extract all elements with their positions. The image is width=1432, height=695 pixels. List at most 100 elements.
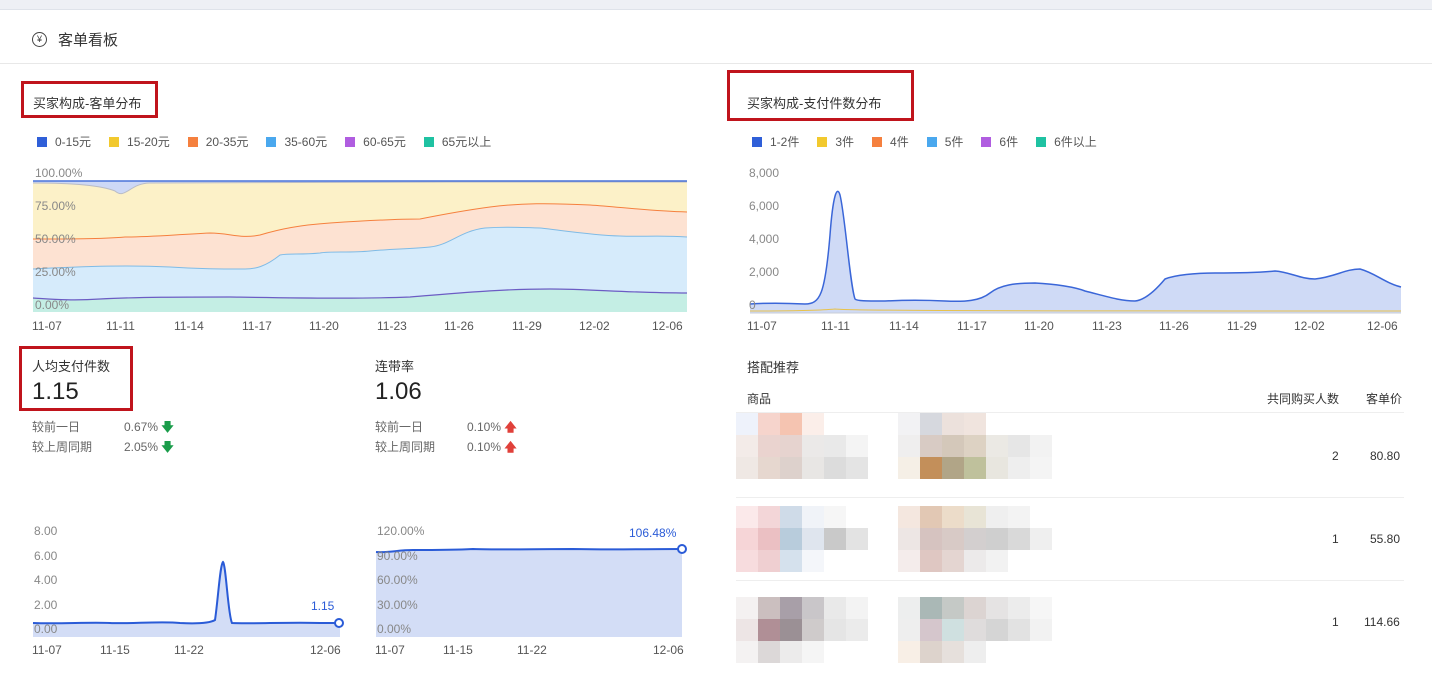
product-image-a[interactable] [736,597,868,663]
trend-last-value: 106.48% [629,526,677,540]
price-x-axis: 11-07 11-11 11-14 11-17 11-20 11-23 11-2… [32,319,683,333]
x-tick-label: 11-15 [443,643,473,657]
x-tick-label: 11-23 [1092,319,1122,333]
y-tick-label: 4,000 [749,232,779,246]
x-tick-label: 11-14 [889,319,919,333]
legend-label: 4件 [890,135,909,149]
y-tick-label: 90.00% [377,549,418,563]
x-tick-label: 11-14 [174,319,204,333]
legend-label: 0-15元 [55,135,92,149]
row-price: 55.80 [1370,532,1401,546]
cmp-day-value: 0.10% [467,420,502,434]
trend-line [32,560,339,625]
row-buyers: 2 [1332,449,1339,463]
items-per-buyer-trend-chart: 1.15 8.00 6.00 4.00 2.00 0.00 11-07 11-1… [32,524,344,657]
y-tick-label: 120.00% [377,524,425,538]
x-tick-label: 12-02 [579,319,610,333]
money-icon: ¥ [32,32,47,47]
legend-item[interactable]: 3件 [817,133,854,150]
y-tick-label: 2.00 [34,598,58,612]
cmp-week-value: 2.05% [124,440,159,454]
x-tick-label: 12-06 [653,643,684,657]
legend-item[interactable]: 60-65元 [345,133,406,150]
x-tick-label: 11-26 [444,319,474,333]
x-tick-label: 11-17 [242,319,272,333]
legend-label: 15-20元 [127,135,170,149]
cmp-week-value-wrap: 2.05% 🡇 [124,438,174,459]
col-buyers: 共同购买人数 [1267,392,1340,406]
trend-last-value: 1.15 [311,599,335,613]
x-tick-label: 11-07 [32,319,62,333]
legend-swatch [752,136,762,147]
product-image-a[interactable] [736,413,868,479]
cmp-day-row: 较前一日 0.67% 🡇 [32,418,174,435]
x-tick-label: 11-07 [747,319,777,333]
row-price: 80.80 [1370,449,1401,463]
legend-swatch [109,136,120,147]
page-title: 客单看板 [58,32,119,49]
legend-item[interactable]: 65元以上 [423,133,491,150]
legend-swatch [266,136,277,147]
price-legend: 0-15元 15-20元 20-35元 35-60元 60-65元 65元以上 [37,133,509,150]
attach-rate-value: 1.06 [375,378,422,405]
y-tick-label: 6,000 [749,199,779,213]
cmp-day-value-wrap: 0.67% 🡇 [124,418,174,439]
legend-label: 6件 [999,135,1019,149]
legend-item[interactable]: 4件 [872,133,909,150]
cmp-week-value: 0.10% [467,440,502,454]
table-row[interactable]: 1 55.80 [736,498,1404,580]
product-image-b[interactable] [898,506,1052,572]
product-image-a[interactable] [736,506,868,572]
row-price: 114.66 [1364,615,1400,629]
arrow-down-icon: 🡇 [161,420,174,434]
pairing-title: 搭配推荐 [747,360,800,375]
x-tick-label: 11-29 [1227,319,1257,333]
x-tick-label: 11-22 [174,643,204,657]
cmp-day-value-wrap: 0.10% 🡅 [467,418,517,439]
legend-item[interactable]: 0-15元 [37,133,91,150]
x-tick-label: 11-17 [957,319,987,333]
table-row[interactable]: 2 80.80 [736,413,1404,497]
y-tick-label: 60.00% [377,573,418,587]
x-tick-label: 11-29 [512,319,542,333]
items-per-buyer-label: 人均支付件数 [32,359,111,374]
x-tick-label: 11-07 [32,643,62,657]
trend-last-point[interactable] [334,618,344,628]
trend-last-point[interactable] [677,544,687,554]
cmp-day-row: 较前一日 0.10% 🡅 [375,418,517,435]
legend-item[interactable]: 6件以上 [1036,133,1097,150]
legend-item[interactable]: 20-35元 [187,133,248,150]
legend-item[interactable]: 6件 [981,133,1018,150]
x-tick-label: 11-15 [100,643,130,657]
legend-item[interactable]: 1-2件 [752,133,799,150]
arrow-down-icon: 🡇 [161,440,174,454]
y-tick-label: 30.00% [377,598,418,612]
x-tick-label: 12-06 [1367,319,1398,333]
legend-item[interactable]: 5件 [926,133,964,150]
trend-area [376,549,682,637]
y-tick-label: 100.00% [35,166,83,180]
x-tick-label: 11-22 [517,643,547,657]
legend-label: 1-2件 [770,135,800,149]
legend-item[interactable]: 15-20元 [109,133,170,150]
x-tick-label: 11-23 [377,319,407,333]
y-tick-label: 0.00% [35,298,69,312]
cmp-week-label: 较上周同期 [32,440,93,454]
legend-swatch [1036,136,1047,147]
y-tick-label: 8.00 [34,524,58,538]
x-tick-label: 11-11 [106,319,135,333]
product-image-b[interactable] [898,413,1052,479]
product-image-b[interactable] [898,597,1052,663]
cmp-week-row: 较上周同期 0.10% 🡅 [375,438,517,455]
cmp-week-value-wrap: 0.10% 🡅 [467,438,517,459]
attach-rate-trend-chart: 106.48% 120.00% 90.00% 60.00% 30.00% 0.0… [375,524,687,657]
legend-label: 5件 [944,135,964,149]
legend-item[interactable]: 35-60元 [266,133,327,150]
trend-area [33,562,340,637]
cmp-day-label: 较前一日 [32,420,81,434]
col-price: 客单价 [1366,392,1403,406]
table-row[interactable]: 1 114.66 [736,581,1404,666]
col-product: 商品 [747,392,772,406]
price-distribution-title: 买家构成-客单分布 [33,96,142,111]
y-tick-label: 0 [749,298,756,312]
